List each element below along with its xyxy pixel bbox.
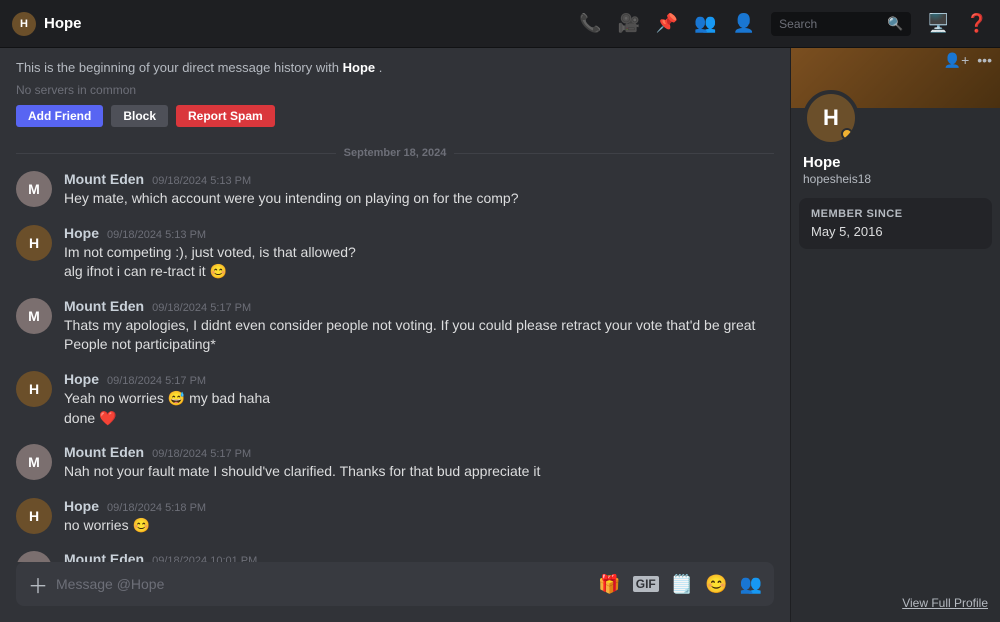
message-text: Thats my apologies, I didnt even conside… <box>64 316 774 355</box>
report-spam-button[interactable]: Report Spam <box>176 105 275 127</box>
right-panel: 👤+ ••• H Hope hopesheis18 Member Since M… <box>790 48 1000 622</box>
message-content: Mount Eden 09/18/2024 5:17 PM Thats my a… <box>64 298 774 355</box>
table-row: M Mount Eden 09/18/2024 5:17 PM Nah not … <box>16 444 774 482</box>
input-action-icons: 🎁 GIF 🗒️ 😊 👥 <box>598 574 762 595</box>
message-timestamp: 09/18/2024 5:17 PM <box>152 448 251 460</box>
profile-avatar-area: H <box>791 90 1000 146</box>
add-friend-button[interactable]: Add Friend <box>16 105 103 127</box>
search-bar[interactable]: 🔍 <box>771 12 911 36</box>
message-timestamp: 09/18/2024 10:01 PM <box>152 555 257 562</box>
table-row: M Mount Eden 09/18/2024 10:01 PM By the … <box>16 551 774 562</box>
message-timestamp: 09/18/2024 5:13 PM <box>107 229 206 241</box>
no-servers-label: No servers in common <box>16 83 774 97</box>
add-friend-panel-icon[interactable]: 👤+ <box>944 52 970 69</box>
avatar: M <box>16 171 52 207</box>
chat-panel: This is the beginning of your direct mes… <box>0 48 790 622</box>
pin-icon[interactable]: 📌 <box>656 13 678 34</box>
status-dot <box>841 128 853 140</box>
profile-username: hopesheis18 <box>803 172 988 186</box>
message-timestamp: 09/18/2024 5:18 PM <box>107 502 206 514</box>
table-row: M Mount Eden 09/18/2024 5:17 PM Thats my… <box>16 298 774 355</box>
message-header: Mount Eden 09/18/2024 10:01 PM <box>64 551 774 562</box>
dm-user-avatar: H <box>12 12 36 36</box>
message-header: Hope 09/18/2024 5:18 PM <box>64 498 774 514</box>
sticker-icon[interactable]: 🗒️ <box>671 574 693 595</box>
chat-input-area: ＋ 🎁 GIF 🗒️ 😊 👥 <box>0 562 790 622</box>
avatar: H <box>803 90 859 146</box>
profile-icon[interactable]: 👤 <box>733 13 755 34</box>
members-icon[interactable]: 👥 <box>694 13 716 34</box>
message-timestamp: 09/18/2024 5:17 PM <box>107 375 206 387</box>
message-timestamp: 09/18/2024 5:17 PM <box>152 302 251 314</box>
table-row: M Mount Eden 09/18/2024 5:13 PM Hey mate… <box>16 171 774 209</box>
message-content: Hope 09/18/2024 5:18 PM no worries 😊 <box>64 498 774 536</box>
table-row: H Hope 09/18/2024 5:18 PM no worries 😊 <box>16 498 774 536</box>
avatar: M <box>16 298 52 334</box>
search-input[interactable] <box>779 17 881 31</box>
message-header: Mount Eden 09/18/2024 5:13 PM <box>64 171 774 187</box>
view-full-profile-button[interactable]: View Full Profile <box>791 588 1000 622</box>
add-attachment-button[interactable]: ＋ <box>28 570 48 599</box>
message-header: Mount Eden 09/18/2024 5:17 PM <box>64 298 774 314</box>
message-header: Mount Eden 09/18/2024 5:17 PM <box>64 444 774 460</box>
message-author: Mount Eden <box>64 444 144 460</box>
chat-header-actions: Add Friend Block Report Spam <box>16 105 774 127</box>
message-header: Hope 09/18/2024 5:17 PM <box>64 371 774 387</box>
message-text: Hey mate, which account were you intendi… <box>64 189 774 209</box>
phone-icon[interactable]: 📞 <box>579 13 601 34</box>
message-author: Hope <box>64 371 99 387</box>
message-author: Mount Eden <box>64 298 144 314</box>
message-content: Mount Eden 09/18/2024 5:13 PM Hey mate, … <box>64 171 774 209</box>
messages-area[interactable]: September 18, 2024 M Mount Eden 09/18/20… <box>0 135 790 562</box>
avatar: H <box>16 225 52 261</box>
member-since-label: Member Since <box>811 208 980 220</box>
member-since-value: May 5, 2016 <box>811 224 980 239</box>
message-content: Hope 09/18/2024 5:17 PM Yeah no worries … <box>64 371 774 428</box>
help-icon[interactable]: ❓ <box>966 13 988 34</box>
search-icon: 🔍 <box>887 16 903 32</box>
profile-info: Hope hopesheis18 <box>791 146 1000 198</box>
avatar: H <box>16 371 52 407</box>
top-bar-right: 📞 🎥 📌 👥 👤 🔍 🖥️ ❓ <box>579 12 988 36</box>
message-author: Hope <box>64 498 99 514</box>
avatar: H <box>16 498 52 534</box>
gift-icon[interactable]: 🎁 <box>598 574 620 595</box>
emoji-icon[interactable]: 😊 <box>705 574 727 595</box>
main-content: This is the beginning of your direct mes… <box>0 48 1000 622</box>
profile-panel-actions: 👤+ ••• <box>944 52 992 69</box>
message-author: Mount Eden <box>64 551 144 562</box>
message-text: no worries 😊 <box>64 516 774 536</box>
chat-input-bar: ＋ 🎁 GIF 🗒️ 😊 👥 <box>16 562 774 606</box>
date-divider-1: September 18, 2024 <box>16 147 774 159</box>
top-bar-title: Hope <box>44 15 82 32</box>
message-content: Hope 09/18/2024 5:13 PM Im not competing… <box>64 225 774 282</box>
profile-name: Hope <box>803 154 988 171</box>
chat-header-description: This is the beginning of your direct mes… <box>16 60 774 75</box>
member-since-section: Member Since May 5, 2016 <box>799 198 992 249</box>
message-author: Mount Eden <box>64 171 144 187</box>
message-header: Hope 09/18/2024 5:13 PM <box>64 225 774 241</box>
chat-input[interactable] <box>56 576 590 592</box>
gif-icon[interactable]: GIF <box>633 576 659 592</box>
message-author: Hope <box>64 225 99 241</box>
avatar: M <box>16 551 52 562</box>
inbox-icon[interactable]: 🖥️ <box>927 13 949 34</box>
message-timestamp: 09/18/2024 5:13 PM <box>152 175 251 187</box>
table-row: H Hope 09/18/2024 5:17 PM Yeah no worrie… <box>16 371 774 428</box>
message-text: Nah not your fault mate I should've clar… <box>64 462 774 482</box>
message-text: Im not competing :), just voted, is that… <box>64 243 774 282</box>
avatar: M <box>16 444 52 480</box>
message-content: Mount Eden 09/18/2024 10:01 PM By the wa… <box>64 551 774 562</box>
chat-header: This is the beginning of your direct mes… <box>0 48 790 135</box>
top-bar-left: H Hope <box>12 12 82 36</box>
more-options-icon[interactable]: ••• <box>977 52 992 69</box>
message-content: Mount Eden 09/18/2024 5:17 PM Nah not yo… <box>64 444 774 482</box>
block-button[interactable]: Block <box>111 105 168 127</box>
activity-icon[interactable]: 👥 <box>740 574 762 595</box>
video-icon[interactable]: 🎥 <box>617 13 639 34</box>
message-text: Yeah no worries 😅 my bad haha done ❤️ <box>64 389 774 428</box>
table-row: H Hope 09/18/2024 5:13 PM Im not competi… <box>16 225 774 282</box>
top-bar: H Hope 📞 🎥 📌 👥 👤 🔍 🖥️ ❓ <box>0 0 1000 48</box>
